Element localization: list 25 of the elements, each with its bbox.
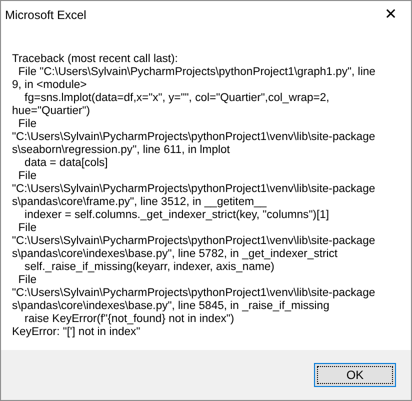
message-line: s\pandas\core\frame.py", line 3512, in __getitem__: [12, 196, 267, 209]
message-line: 9, in <module>: [12, 79, 87, 92]
message-line: "C:\Users\Sylvain\PycharmProjects\pythonProject1\venv\lib\site-package: [12, 183, 376, 196]
close-button[interactable]: ✕: [371, 1, 411, 29]
message-line: "C:\Users\Sylvain\PycharmProjects\pythonProject1\venv\lib\site-package: [12, 131, 376, 144]
message-line: File: [17, 118, 36, 131]
message-line: Traceback (most recent call last):: [12, 53, 178, 66]
message-line: hue="Quartier"): [12, 105, 90, 118]
message-line: KeyError: "['] not in index": [12, 326, 140, 339]
message-line: raise KeyError(f"{not_found} not in index"): [24, 313, 234, 326]
message-line: "C:\Users\Sylvain\PycharmProjects\pythonProject1\venv\lib\site-package: [12, 287, 376, 300]
message-line: File: [17, 170, 36, 183]
message-line: s\seaborn\regression.py", line 611, in lmplot: [12, 144, 230, 157]
message-line: s\pandas\core\indexes\base.py", line 5845, in _raise_if_missing: [12, 300, 330, 313]
message-line: self._raise_if_missing(keyarr, indexer, axis_name): [24, 261, 274, 274]
ok-button[interactable]: OK: [314, 363, 396, 387]
message-line: File "C:\Users\Sylvain\PycharmProjects\pythonProject1\graph1.py", line: [17, 66, 376, 79]
message-line: s\pandas\core\indexes\base.py", line 5782, in _get_indexer_strict: [12, 248, 338, 261]
window-title: Microsoft Excel: [5, 7, 86, 24]
message-line: fg=sns.lmplot(data=df,x="x", y="", col="Quartier",col_wrap=2,: [24, 92, 330, 105]
message-line: indexer = self.columns._get_indexer_strict(key, "columns")[1]: [24, 209, 330, 222]
message-line: data = data[cols]: [24, 157, 108, 170]
message-line: "C:\Users\Sylvain\PycharmProjects\pythonProject1\venv\lib\site-package: [12, 235, 376, 248]
message-line: File: [17, 222, 36, 235]
message-line: File: [17, 274, 36, 287]
